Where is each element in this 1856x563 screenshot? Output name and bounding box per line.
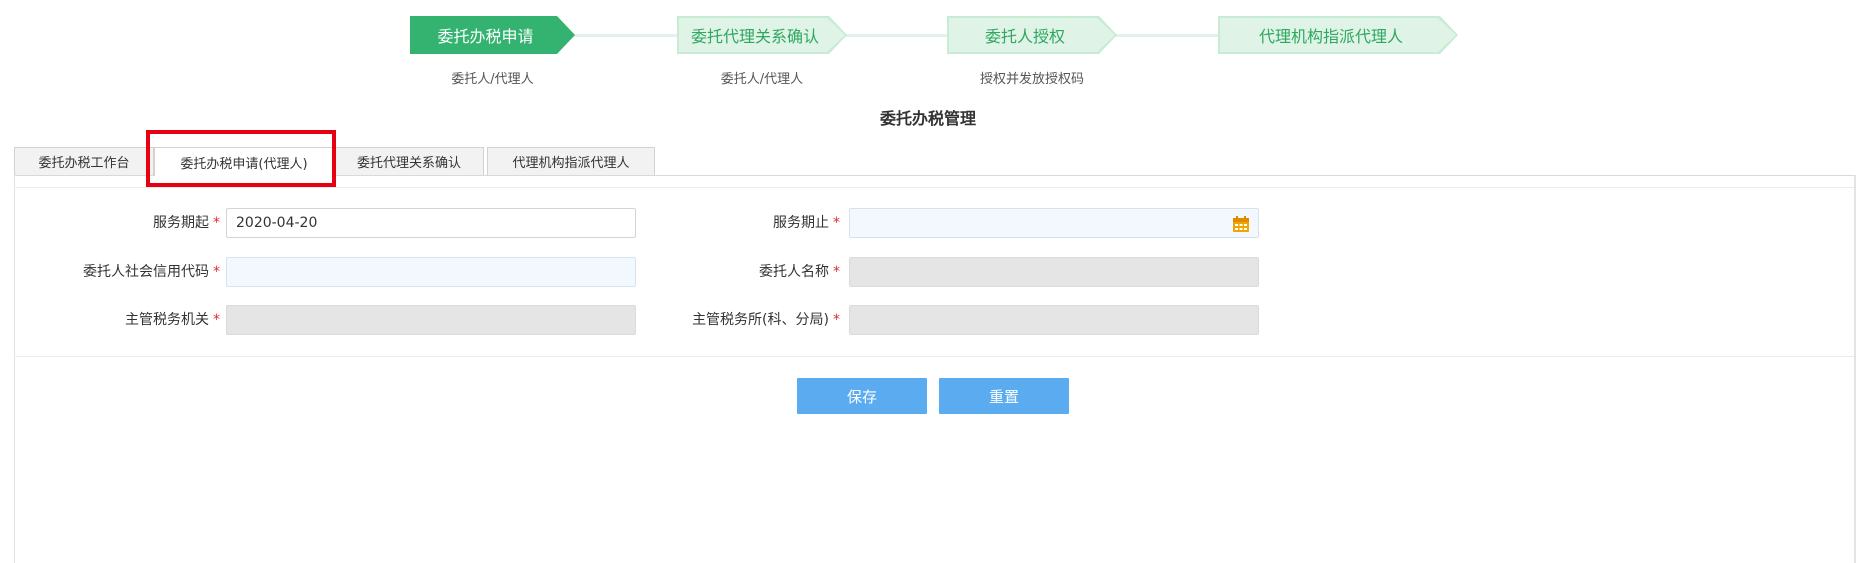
tax-office-label: 主管税务所(科、分局) * (692, 312, 840, 328)
credit-code-input[interactable] (226, 257, 636, 287)
principal-name-input (849, 257, 1259, 287)
step-apply: 委托办税申请 (410, 16, 575, 54)
step-connector (560, 34, 685, 37)
credit-code-label: 委托人社会信用代码 * (83, 264, 220, 280)
divider (14, 356, 1856, 357)
tab-workbench[interactable]: 委托办税工作台 (14, 147, 154, 175)
divider (14, 187, 1856, 188)
step-sub-label: 委托人/代理人 (451, 72, 534, 87)
step-authorize: 委托人授权 (947, 16, 1117, 54)
tax-authority-input (226, 305, 636, 335)
step-assign-agent: 代理机构指派代理人 (1218, 16, 1458, 54)
service-end-label: 服务期止 * (773, 215, 840, 231)
service-end-input[interactable] (849, 208, 1259, 238)
step-connector (1100, 34, 1225, 37)
step-label: 委托人授权 (984, 27, 1065, 46)
progress-stepper: 委托办税申请 委托代理关系确认 委托人授权 代理机构指派代理人 委托人/代理人 … (0, 0, 1856, 95)
step-label: 委托办税申请 (437, 27, 534, 46)
step-confirm-relation: 委托代理关系确认 (677, 16, 847, 54)
tab-assign-agent[interactable]: 代理机构指派代理人 (487, 147, 655, 175)
step-label: 委托代理关系确认 (690, 27, 819, 46)
service-start-input[interactable]: 2020-04-20 (226, 208, 636, 238)
step-connector (830, 34, 955, 37)
tax-authority-label: 主管税务机关 * (125, 312, 220, 328)
save-button[interactable]: 保存 (797, 378, 927, 414)
step-sub-label: 授权并发放授权码 (979, 72, 1084, 87)
reset-button[interactable]: 重置 (939, 378, 1069, 414)
principal-name-label: 委托人名称 * (759, 264, 840, 280)
step-sub-label: 委托人/代理人 (720, 72, 804, 87)
calendar-icon[interactable] (1232, 215, 1250, 233)
service-start-label: 服务期起 * (153, 215, 220, 231)
page-title: 委托办税管理 (879, 109, 976, 128)
tab-relation-confirm[interactable]: 委托代理关系确认 (334, 147, 484, 175)
tax-office-input (849, 305, 1259, 335)
step-label: 代理机构指派代理人 (1258, 27, 1403, 46)
